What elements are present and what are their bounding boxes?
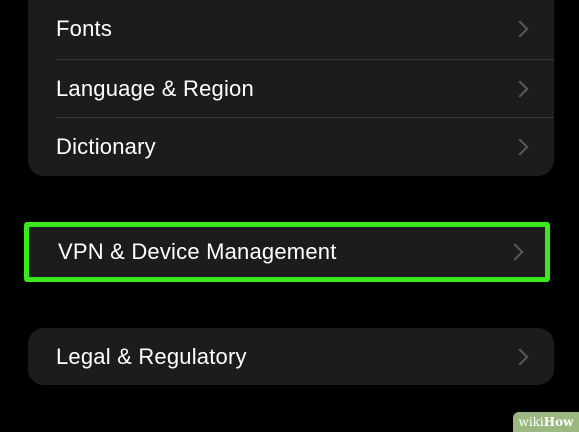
settings-item-label: Legal & Regulatory [56, 343, 247, 369]
settings-item-language-region[interactable]: Language & Region [28, 60, 554, 117]
chevron-right-icon [511, 80, 529, 97]
settings-item-label: Fonts [56, 16, 113, 41]
chevron-right-icon [506, 243, 524, 261]
settings-item-label: Dictionary [56, 134, 156, 159]
settings-item-row: Legal & Regulatory [28, 328, 554, 385]
wikihow-watermark: wiki How [513, 412, 579, 432]
chevron-right-icon [511, 348, 529, 365]
settings-item-dictionary[interactable]: Dictionary [28, 118, 554, 176]
settings-item-label: Language & Region [56, 75, 254, 101]
settings-item-row: VPN & Device Management [29, 227, 545, 277]
watermark-how-text: How [543, 415, 574, 429]
watermark-wiki-text: wiki [518, 415, 544, 429]
chevron-right-icon [511, 20, 529, 38]
chevron-right-icon [511, 138, 529, 156]
settings-group-general: Fonts Language & Region Dictionary [28, 0, 554, 176]
settings-item-legal-regulatory[interactable]: Legal & Regulatory [28, 328, 554, 385]
settings-item-vpn-device-management[interactable]: VPN & Device Management [24, 222, 550, 282]
settings-item-label: VPN & Device Management [58, 239, 337, 264]
settings-item-fonts[interactable]: Fonts [28, 0, 554, 60]
